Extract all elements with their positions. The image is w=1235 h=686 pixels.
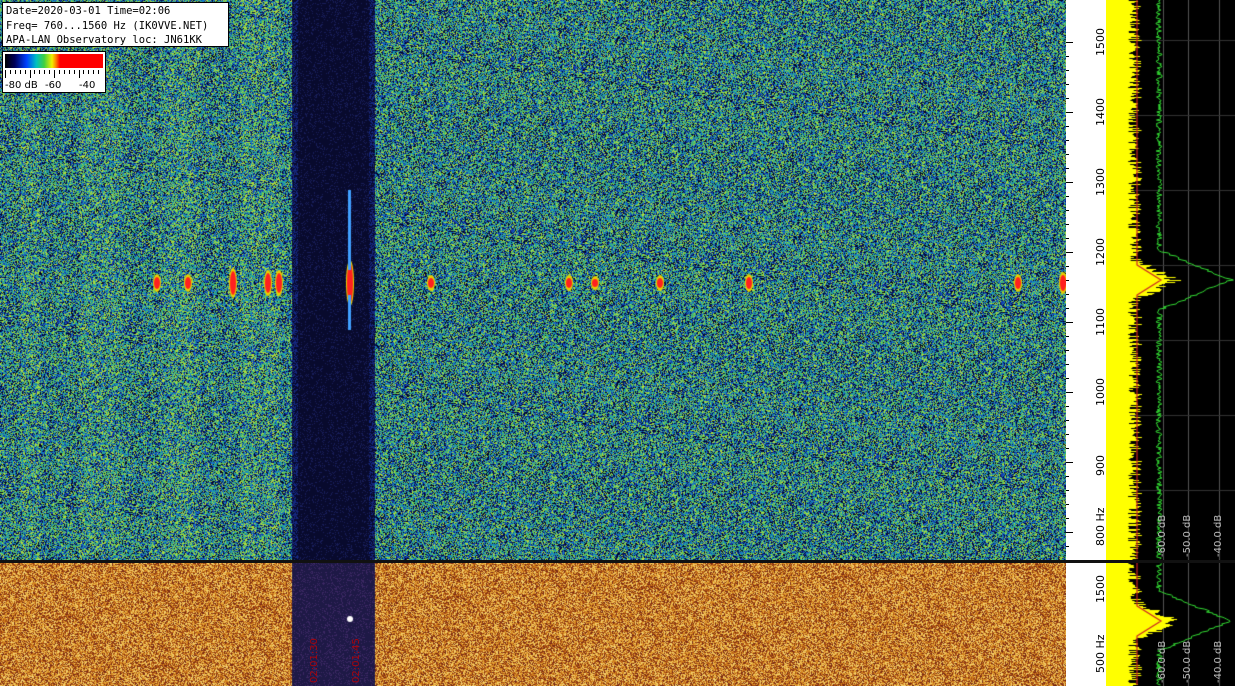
time-label: 02:01:30 xyxy=(309,638,320,683)
axis-minor-tick xyxy=(1066,308,1069,309)
axis-minor-tick xyxy=(1066,210,1069,211)
frequency-axis-main: 1500 1400 1300 1200 1100 1000 900 800 Hz xyxy=(1066,0,1107,560)
axis-minor-tick xyxy=(1066,336,1069,337)
axis-minor-tick xyxy=(1066,224,1069,225)
db-label: -60.0 dB xyxy=(1157,640,1168,683)
color-gradient-bar xyxy=(5,54,103,68)
db-label: -50.0 dB xyxy=(1182,640,1193,683)
axis-minor-tick xyxy=(1066,490,1069,491)
axis-minor-tick xyxy=(1066,378,1069,379)
legend-label-min: -80 dB xyxy=(5,80,38,91)
axis-minor-tick xyxy=(1066,364,1069,365)
axis-minor-tick xyxy=(1066,546,1069,547)
frequency-axis-wideband: 1500 500 Hz xyxy=(1066,563,1107,686)
axis-minor-tick xyxy=(1066,448,1069,449)
observation-info-box: Date=2020-03-01 Time=02:06 Freq= 760...1… xyxy=(2,2,229,47)
color-scale-legend: -80 dB -60 -40 xyxy=(2,51,106,93)
axis-minor-tick xyxy=(1066,280,1069,281)
axis-minor-tick xyxy=(1066,140,1069,141)
axis-minor-tick xyxy=(1066,504,1069,505)
time-label: 02:01:45 xyxy=(351,638,362,683)
legend-label-max: -40 xyxy=(79,80,96,91)
axis-minor-tick xyxy=(1066,294,1069,295)
axis-minor-tick xyxy=(1066,420,1069,421)
axis-minor-tick xyxy=(1066,196,1069,197)
db-label: -60.0 dB xyxy=(1157,514,1168,557)
axis-minor-tick xyxy=(1066,70,1069,71)
time-markers: 02:01:30 02:01:45 xyxy=(0,563,1066,686)
db-scale-wideband: -60.0 dB -50.0 dB -40.0 dB xyxy=(1106,563,1235,686)
waterfall-spectrogram-main xyxy=(0,0,1066,560)
axis-tick-mark xyxy=(1066,182,1073,183)
axis-minor-tick xyxy=(1066,154,1069,155)
axis-minor-tick xyxy=(1066,406,1069,407)
date-time-text: Date=2020-03-01 Time=02:06 xyxy=(6,5,171,17)
legend-ticks xyxy=(5,70,99,78)
axis-tick-mark xyxy=(1066,42,1073,43)
axis-minor-tick xyxy=(1066,56,1069,57)
observatory-text: APA-LAN Observatory loc: JN61KK xyxy=(6,34,202,46)
axis-minor-tick xyxy=(1066,168,1069,169)
axis-tick-mark xyxy=(1066,532,1073,533)
legend-label-mid: -60 xyxy=(45,80,62,91)
axis-minor-tick xyxy=(1066,518,1069,519)
axis-minor-tick xyxy=(1066,238,1069,239)
axis-minor-tick xyxy=(1066,126,1069,127)
axis-tick-mark xyxy=(1066,112,1073,113)
axis-tick-mark xyxy=(1066,392,1073,393)
frequency-range-text: Freq= 760...1560 Hz (IK0VVE.NET) xyxy=(6,19,209,32)
axis-tick-mark xyxy=(1066,462,1073,463)
axis-tick-mark xyxy=(1066,322,1073,323)
axis-tick-mark xyxy=(1066,252,1073,253)
db-label: -40.0 dB xyxy=(1213,640,1224,683)
axis-minor-tick xyxy=(1066,266,1069,267)
axis-minor-tick xyxy=(1066,84,1069,85)
db-label: -50.0 dB xyxy=(1182,514,1193,557)
axis-minor-tick xyxy=(1066,98,1069,99)
db-scale-main: -60.0 dB -50.0 dB -40.0 dB xyxy=(1106,0,1235,560)
axis-minor-tick xyxy=(1066,350,1069,351)
axis-minor-tick xyxy=(1066,476,1069,477)
axis-minor-tick xyxy=(1066,434,1069,435)
db-label: -40.0 dB xyxy=(1213,514,1224,557)
